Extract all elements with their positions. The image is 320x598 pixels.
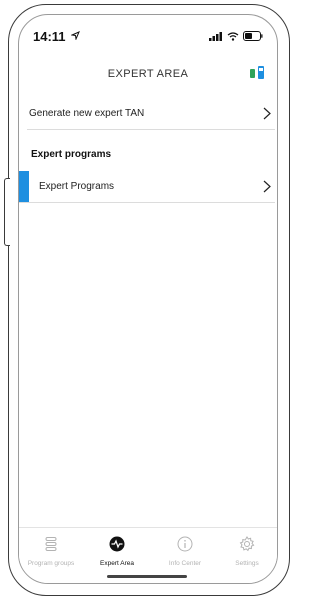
- selection-accent-bar: [19, 171, 29, 202]
- status-icons: [209, 31, 263, 41]
- app-screen: 14:11 EXPERT AREA Generate new expert TA…: [18, 14, 278, 584]
- pulse-icon: [109, 536, 125, 552]
- device-status-icon[interactable]: [249, 65, 265, 81]
- location-arrow-icon: [71, 31, 80, 40]
- tab-bar: Program groups Expert Area Info Center S…: [19, 527, 277, 583]
- header: EXPERT AREA: [19, 55, 277, 91]
- tab-label-info-center: Info Center: [168, 560, 202, 567]
- info-icon: [177, 536, 193, 552]
- generate-tan-row[interactable]: Generate new expert TAN: [27, 98, 275, 130]
- expert-programs-label: Expert Programs: [39, 181, 115, 192]
- signal-icon: [209, 31, 222, 41]
- tab-info-center[interactable]: Info Center: [155, 536, 215, 567]
- battery-icon: [243, 31, 263, 41]
- status-bar: 14:11: [19, 15, 277, 55]
- expert-programs-row[interactable]: Expert Programs: [19, 171, 275, 203]
- gear-icon: [239, 536, 255, 552]
- generate-tan-label: Generate new expert TAN: [29, 108, 145, 119]
- tab-program-groups[interactable]: Program groups: [21, 536, 81, 567]
- home-indicator: [107, 575, 187, 578]
- wifi-icon: [227, 31, 239, 41]
- tab-label-expert-area: Expert Area: [100, 560, 134, 567]
- tab-label-program-groups: Program groups: [27, 560, 75, 567]
- tab-expert-area[interactable]: Expert Area: [87, 536, 147, 567]
- phone-side-button: [4, 178, 10, 246]
- chevron-right-icon: [263, 107, 271, 120]
- status-time: 14:11: [33, 29, 66, 44]
- chevron-right-icon: [263, 180, 271, 193]
- list-icon: [45, 537, 57, 551]
- section-title: Expert programs: [31, 149, 112, 160]
- tab-settings[interactable]: Settings: [217, 536, 277, 567]
- page-title: EXPERT AREA: [107, 68, 189, 80]
- tab-label-settings: Settings: [235, 560, 259, 567]
